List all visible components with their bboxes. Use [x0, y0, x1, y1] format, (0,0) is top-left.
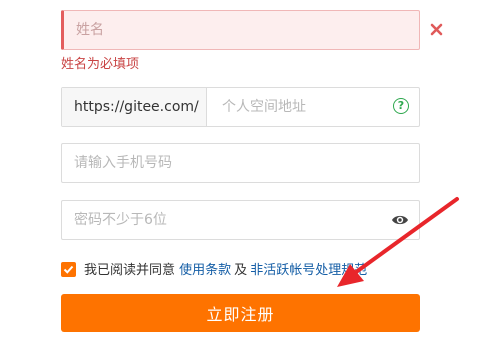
personal-space-input[interactable] — [208, 88, 388, 126]
name-field[interactable] — [61, 10, 420, 50]
agree-checkbox[interactable] — [61, 262, 76, 277]
close-icon[interactable] — [430, 23, 443, 36]
name-input[interactable] — [64, 11, 419, 49]
url-input-wrapper — [208, 88, 388, 126]
register-button[interactable]: 立即注册 — [61, 294, 420, 332]
terms-link[interactable]: 使用条款 — [179, 263, 231, 278]
agreement-text: 我已阅读并同意 — [84, 263, 176, 278]
agreement-row: 我已阅读并同意 使用条款及非活跃帐号处理规范 — [61, 259, 367, 279]
inactive-account-policy-link[interactable]: 非活跃帐号处理规范 — [250, 263, 367, 278]
password-field[interactable] — [61, 200, 420, 240]
eye-icon[interactable] — [391, 213, 409, 227]
url-prefix: https://gitee.com/ — [62, 88, 207, 126]
phone-input[interactable] — [62, 144, 419, 182]
question-circle-icon[interactable]: ? — [393, 98, 409, 114]
checkmark-icon — [63, 265, 74, 274]
personal-url-group: https://gitee.com/ ? — [61, 87, 420, 127]
agreement-conjunction: 及 — [234, 263, 248, 278]
password-input[interactable] — [62, 201, 419, 239]
phone-field[interactable] — [61, 143, 420, 183]
name-error-message: 姓名为必填项 — [61, 57, 140, 72]
